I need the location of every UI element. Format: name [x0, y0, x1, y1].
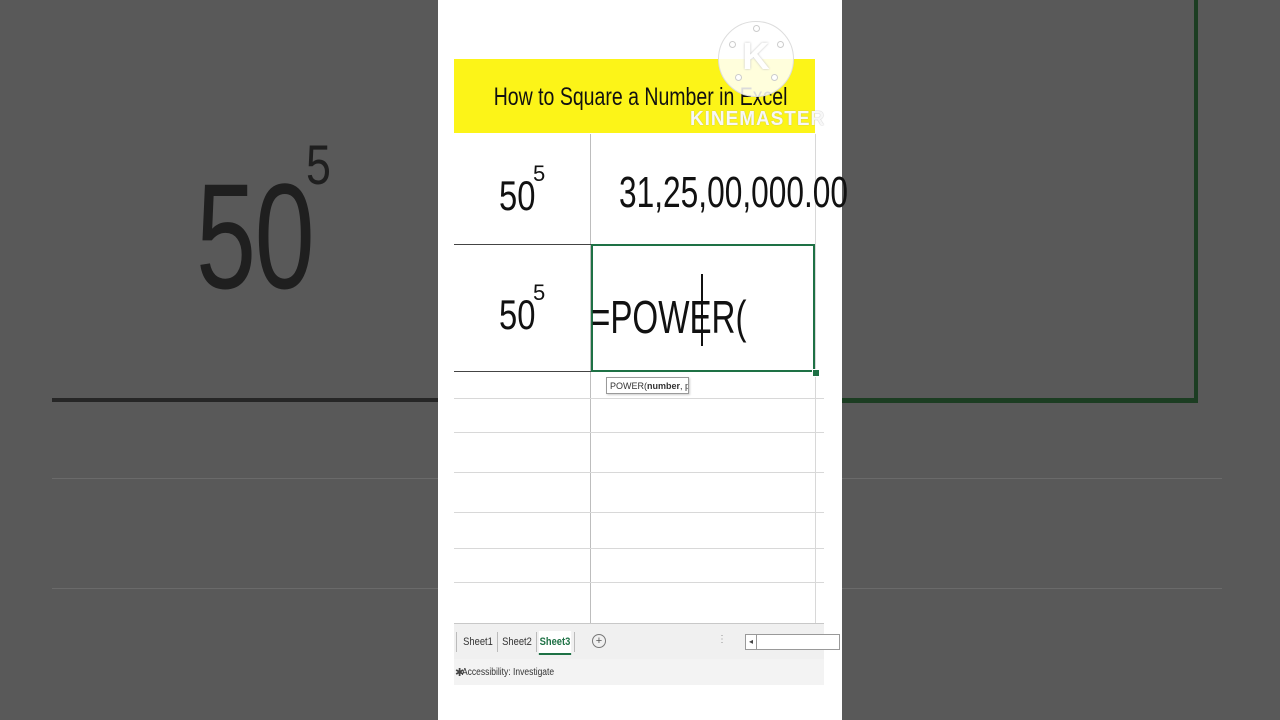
background-gridline: [842, 478, 1222, 479]
tab-sheet3[interactable]: Sheet3: [538, 631, 572, 655]
add-sheet-icon[interactable]: +: [592, 634, 606, 648]
background-left-panel: 50 5: [0, 0, 438, 720]
function-tooltip: POWER(number, power): [606, 377, 689, 394]
background-base-number: 50: [196, 152, 315, 320]
row-border: [454, 371, 591, 372]
gridline: [454, 548, 824, 549]
cell-a2-exponent: 5: [533, 280, 546, 305]
gridline: [454, 512, 824, 513]
logo-dot: [777, 41, 784, 48]
sheet-tab-bar: Sheet1 Sheet2 Sheet3 + ⋮ ◂: [454, 623, 840, 659]
tab-separator: [536, 632, 537, 652]
scroll-splitter-icon[interactable]: ⋮: [717, 634, 727, 645]
cell-a1-base[interactable]: 50: [499, 172, 535, 220]
background-gridline: [842, 588, 1222, 589]
background-gridline: [52, 478, 438, 479]
background-exponent: 5: [306, 133, 331, 196]
tooltip-function: POWER(: [610, 381, 647, 391]
gridline: [454, 582, 824, 583]
spreadsheet-panel: How to Square a Number in Excel K KINEMA…: [438, 0, 848, 720]
formula-input[interactable]: =POWER(: [591, 290, 746, 344]
fill-handle[interactable]: [812, 369, 820, 377]
cell-a1-exponent: 5: [533, 161, 546, 186]
background-row-border: [52, 398, 438, 402]
horizontal-scrollbar[interactable]: [756, 634, 840, 650]
gridline: [454, 398, 824, 399]
tooltip-rest: , power): [680, 381, 688, 391]
tab-separator: [574, 632, 575, 652]
accessibility-status[interactable]: Accessibility: Investigate: [462, 667, 554, 678]
logo-dot: [729, 41, 736, 48]
tooltip-arg-number[interactable]: number: [647, 381, 680, 391]
gridline: [454, 432, 824, 433]
logo-dot: [735, 74, 742, 81]
kinemaster-watermark: KINEMASTER: [690, 108, 826, 130]
kinemaster-logo: K: [718, 21, 794, 97]
tab-separator: [497, 632, 498, 652]
text-cursor: [701, 274, 703, 346]
status-bar: ✱ Accessibility: Investigate: [454, 659, 824, 685]
background-right-panel: [842, 0, 1280, 720]
background-gridline: [52, 588, 438, 589]
tab-separator: [456, 632, 457, 652]
background-cell-border: [842, 398, 1198, 403]
tab-sheet1[interactable]: Sheet1: [461, 631, 495, 653]
gridline: [454, 472, 824, 473]
logo-dot: [753, 25, 760, 32]
tab-sheet2[interactable]: Sheet2: [500, 631, 534, 653]
column-divider: [590, 134, 591, 623]
logo-dot: [771, 74, 778, 81]
cell-b1-value[interactable]: 31,25,00,000.00: [619, 168, 848, 218]
cell-a2-base[interactable]: 50: [499, 291, 535, 339]
row-border: [454, 244, 591, 245]
background-cell-border: [1194, 0, 1198, 403]
